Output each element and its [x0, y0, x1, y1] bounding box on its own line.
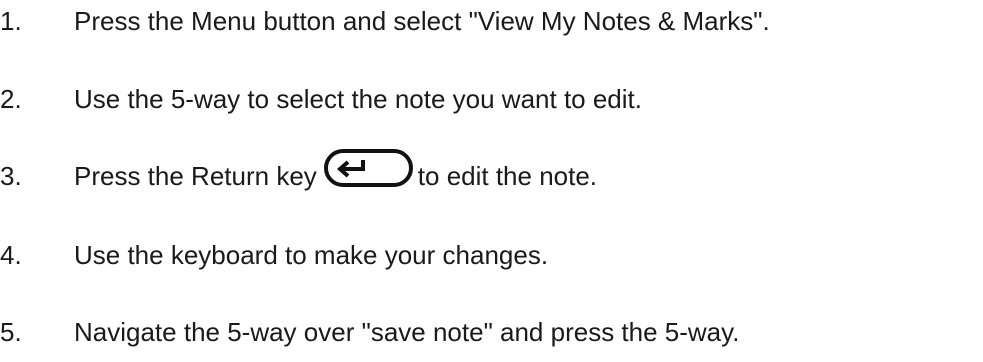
instruction-list: 1. Press the Menu button and select "Vie…	[0, 0, 983, 362]
step-4: 4. Use the keyboard to make your changes…	[0, 235, 983, 275]
step-text-before: Press the Return key	[74, 161, 317, 191]
step-1: 1. Press the Menu button and select "Vie…	[0, 1, 983, 41]
step-text: Press the Menu button and select "View M…	[74, 6, 770, 36]
return-key-icon	[323, 148, 414, 188]
step-text: Use the 5-way to select the note you wan…	[74, 84, 642, 114]
step-2: 2. Use the 5-way to select the note you …	[0, 79, 983, 119]
step-3: 3. Press the Return key to edit the note…	[0, 149, 983, 196]
step-text-container: Press the Return key to edit the note.	[74, 149, 598, 196]
step-text: Use the keyboard to make your changes.	[74, 240, 549, 270]
step-number: 2.	[0, 84, 22, 114]
step-number: 3.	[0, 161, 22, 191]
step-number: 5.	[0, 317, 22, 347]
step-5: 5. Navigate the 5-way over "save note" a…	[0, 312, 983, 352]
step-text-after: to edit the note.	[417, 161, 598, 191]
step-number: 1.	[0, 6, 22, 36]
step-text: Navigate the 5-way over "save note" and …	[74, 317, 740, 347]
step-number: 4.	[0, 240, 22, 270]
